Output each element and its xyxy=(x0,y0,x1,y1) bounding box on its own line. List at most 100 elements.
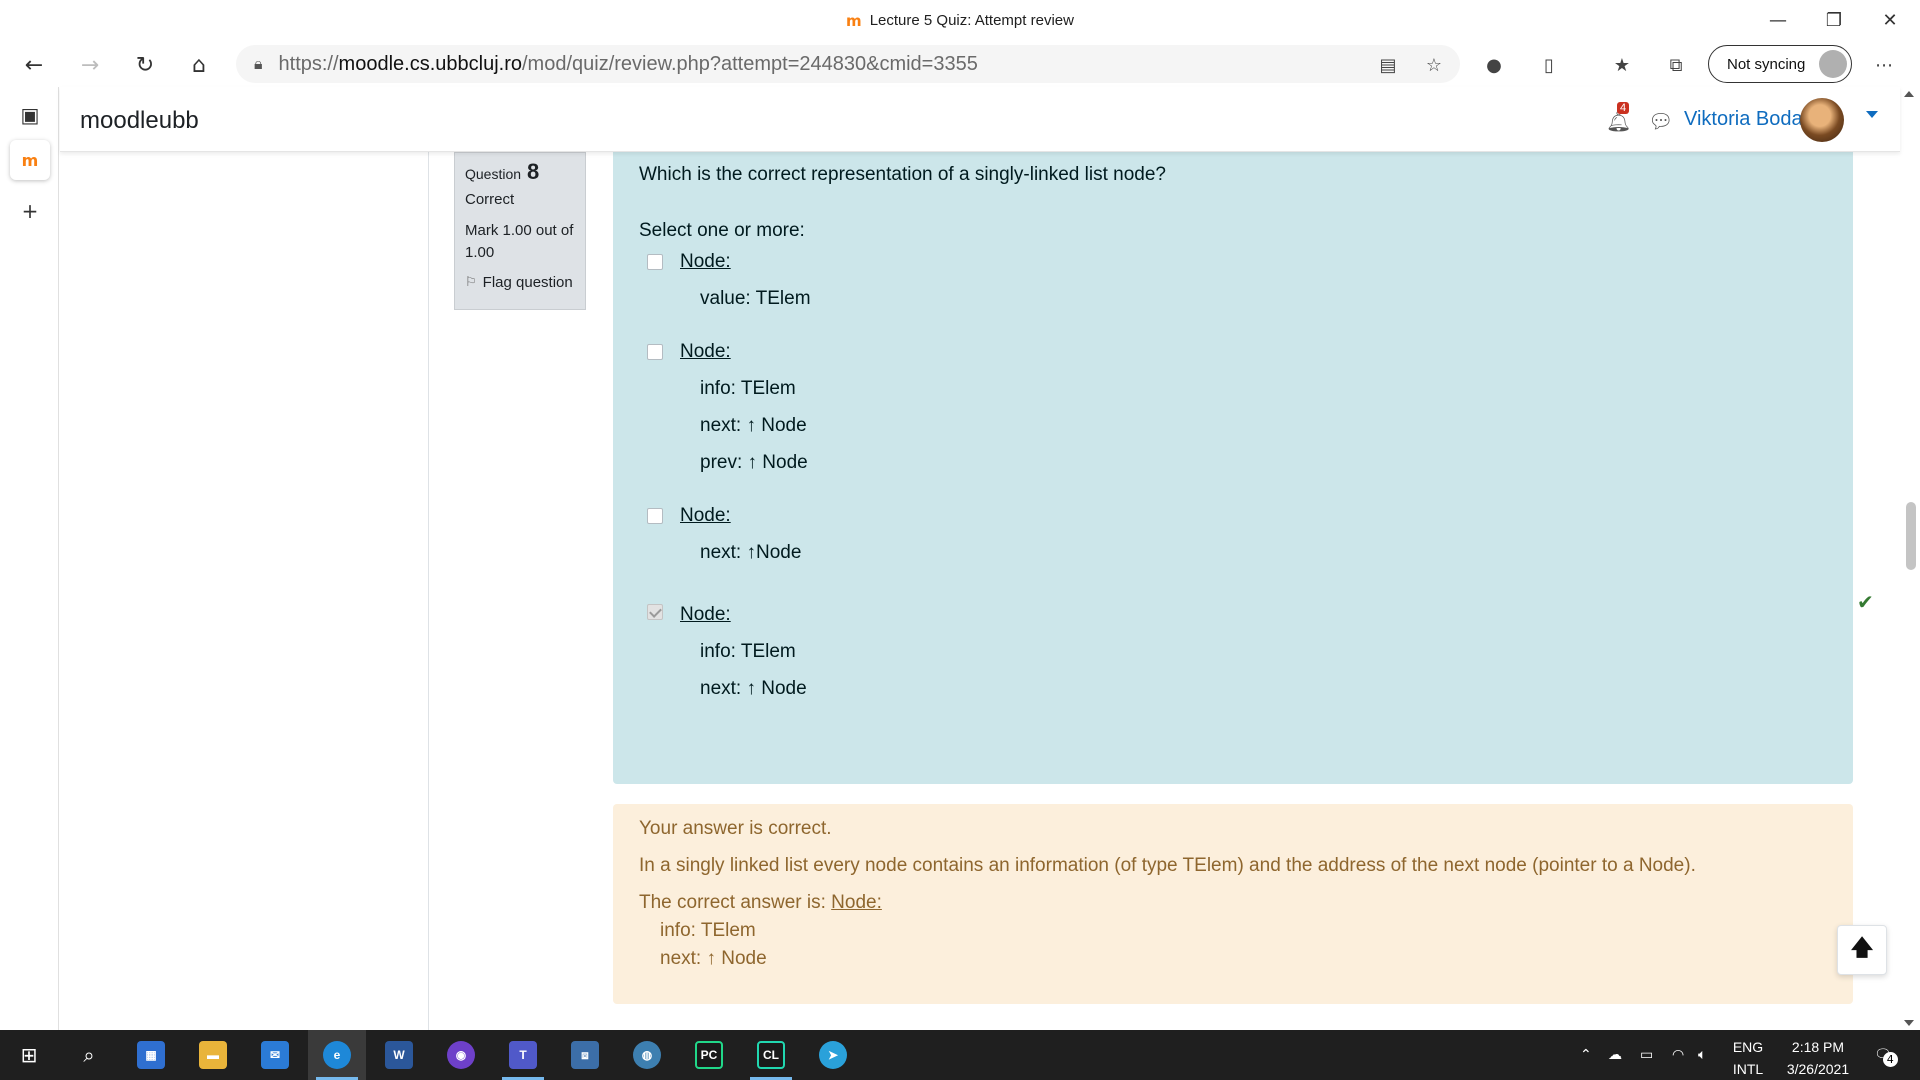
answer-checkbox[interactable] xyxy=(647,344,663,360)
option-line: next: ↑Node xyxy=(700,542,802,563)
favorites-icon[interactable]: ★ xyxy=(1608,51,1636,79)
action-center-icon[interactable]: 🗨︎4 xyxy=(1874,1030,1898,1080)
globe-app-icon[interactable]: ◍ xyxy=(618,1030,676,1080)
user-menu-name[interactable]: Viktoria Boda xyxy=(1684,108,1803,131)
minimize-button[interactable]: — xyxy=(1750,0,1806,41)
option-head: Node: xyxy=(680,604,731,625)
question-text: Which is the correct representation of a… xyxy=(639,164,1166,185)
battery-icon[interactable]: ▭ xyxy=(1640,1030,1653,1080)
immersive-reader-icon[interactable]: ▤ xyxy=(1374,51,1402,79)
flag-question-link[interactable]: ⚐ Flag question xyxy=(465,274,575,291)
browser-toolbar: ← → ↻ ⌂ 🔒︎ https://moodle.cs.ubbcluj.ro /… xyxy=(0,41,1920,87)
right-answer: The correct answer is: Node: xyxy=(639,892,882,913)
back-arrow-icon[interactable]: ← xyxy=(16,47,52,83)
scroll-up-icon[interactable] xyxy=(1904,91,1914,97)
lock-icon[interactable]: 🔒︎ xyxy=(254,54,263,74)
mail-icon[interactable]: ✉ xyxy=(246,1030,304,1080)
action-center-count: 4 xyxy=(1882,1052,1898,1067)
teams-icon[interactable]: T xyxy=(494,1030,552,1080)
user-menu-caret-icon[interactable] xyxy=(1866,111,1878,118)
correct-check-icon: ✔ xyxy=(1857,590,1874,614)
tray-overflow-icon[interactable]: ⌃ xyxy=(1580,1030,1592,1080)
window-title-bar: m Lecture 5 Quiz: Attempt review xyxy=(0,0,1920,41)
option-line: info: TElem xyxy=(700,378,796,399)
wifi-icon[interactable]: ◠ xyxy=(1672,1030,1684,1080)
edge-browser-icon[interactable]: e xyxy=(308,1030,366,1080)
scrollbar-thumb[interactable] xyxy=(1906,502,1916,570)
clion-icon[interactable]: CL xyxy=(742,1030,800,1080)
window-title: Lecture 5 Quiz: Attempt review xyxy=(869,12,1074,29)
tab-actions-icon[interactable]: ▣ xyxy=(10,95,50,135)
question-grade: Mark 1.00 out of 1.00 xyxy=(465,222,574,261)
forward-arrow-icon[interactable]: → xyxy=(72,47,108,83)
answer-checkbox[interactable] xyxy=(647,254,663,270)
scroll-down-icon[interactable] xyxy=(1904,1020,1914,1026)
word-icon[interactable]: W xyxy=(370,1030,428,1080)
question-state: Correct xyxy=(465,191,515,208)
volume-icon[interactable]: 🔈︎ xyxy=(1698,1030,1706,1080)
notification-count-badge: 4 xyxy=(1617,102,1630,114)
github-icon[interactable]: ◉ xyxy=(432,1030,490,1080)
windows-taskbar: ⊞ ⌕ ▦ ▬ ✉ e W ◉ T ⧈ ◍ PC CL ➤ ⌃ ☁ ▭ ◠ 🔈︎… xyxy=(0,1030,1920,1080)
question-info-panel: Question 8 Correct Mark 1.00 out of 1.00… xyxy=(454,152,586,310)
moodle-app-icon: m xyxy=(846,11,862,30)
new-tab-icon[interactable]: + xyxy=(10,191,50,231)
search-icon[interactable]: ⌕ xyxy=(60,1030,118,1080)
pycharm-icon[interactable]: PC xyxy=(680,1030,738,1080)
right-answer-head: Node: xyxy=(831,892,882,913)
profile-avatar xyxy=(1819,50,1847,78)
answer-checkbox[interactable] xyxy=(647,508,663,524)
option-head: Node: xyxy=(680,341,731,362)
file-explorer-icon[interactable]: ▬ xyxy=(184,1030,242,1080)
extension-icon[interactable]: ● xyxy=(1480,51,1508,79)
option-line: next: ↑ Node xyxy=(700,415,807,436)
add-favorite-icon[interactable]: ☆ xyxy=(1420,51,1448,79)
site-brand[interactable]: moodleubb xyxy=(80,107,199,135)
collections-icon[interactable]: ⧉ xyxy=(1662,51,1690,79)
answer-checkbox-checked[interactable] xyxy=(647,604,663,620)
answer-prompt: Select one or more: xyxy=(639,220,805,241)
home-icon[interactable]: ⌂ xyxy=(181,47,217,83)
reading-icon[interactable]: ▯ xyxy=(1535,51,1563,79)
tab-moodle-icon[interactable]: m xyxy=(10,140,50,180)
url-path: /mod/quiz/review.php?attempt=244830&cmid… xyxy=(521,52,978,75)
messages-icon[interactable]: 💬︎ xyxy=(1648,109,1673,133)
network-app-icon[interactable]: ⧈ xyxy=(556,1030,614,1080)
sync-status-button[interactable]: Not syncing xyxy=(1708,45,1852,83)
address-bar[interactable]: 🔒︎ https://moodle.cs.ubbcluj.ro/mod/quiz… xyxy=(236,45,1460,83)
option-head: Node: xyxy=(680,505,731,526)
feedback-explanation: In a singly linked list every node conta… xyxy=(639,855,1696,876)
page-content: Question 8 Correct Mark 1.00 out of 1.00… xyxy=(60,152,1898,1030)
url-prefix: https:// xyxy=(278,52,339,75)
column-divider xyxy=(428,152,429,1030)
vertical-tabs-sidebar: ▣ m + xyxy=(0,87,59,1030)
telegram-icon[interactable]: ➤ xyxy=(804,1030,862,1080)
flag-icon: ⚐ xyxy=(465,275,477,290)
option-line: prev: ↑ Node xyxy=(700,452,808,473)
option-line: next: ↑ Node xyxy=(700,678,807,699)
more-menu-icon[interactable]: ⋯ xyxy=(1870,51,1898,79)
feedback-panel: Your answer is correct. In a singly link… xyxy=(613,804,1853,1004)
moodle-navbar: moodleubb 🔔︎ 4 💬︎ Viktoria Boda xyxy=(60,87,1900,152)
feedback-result: Your answer is correct. xyxy=(639,818,832,839)
question-number: Question 8 xyxy=(465,159,540,184)
restore-button[interactable]: ❐ xyxy=(1806,0,1862,41)
start-windows-icon[interactable]: ⊞ xyxy=(0,1030,58,1080)
page-scrollbar[interactable] xyxy=(1900,87,1920,1030)
sync-status-label: Not syncing xyxy=(1727,55,1806,73)
right-answer-line: next: ↑ Node xyxy=(660,948,767,969)
option-head: Node: xyxy=(680,251,731,272)
onedrive-icon[interactable]: ☁ xyxy=(1608,1030,1622,1080)
right-answer-line: info: TElem xyxy=(660,920,756,941)
input-language[interactable]: ENG INTL xyxy=(1726,1036,1770,1080)
back-to-top-button[interactable]: 🡅︎ xyxy=(1837,925,1887,975)
refresh-icon[interactable]: ↻ xyxy=(127,47,163,83)
clock[interactable]: 2:18 PM 3/26/2021 xyxy=(1772,1036,1864,1080)
store-icon[interactable]: ▦ xyxy=(122,1030,180,1080)
question-formulation: Which is the correct representation of a… xyxy=(613,152,1874,784)
url-host: moodle.cs.ubbcluj.ro xyxy=(338,52,522,75)
option-line: info: TElem xyxy=(700,641,796,662)
close-button[interactable]: ✕ xyxy=(1862,0,1918,41)
option-line: value: TElem xyxy=(700,288,811,309)
user-avatar[interactable] xyxy=(1800,98,1844,142)
